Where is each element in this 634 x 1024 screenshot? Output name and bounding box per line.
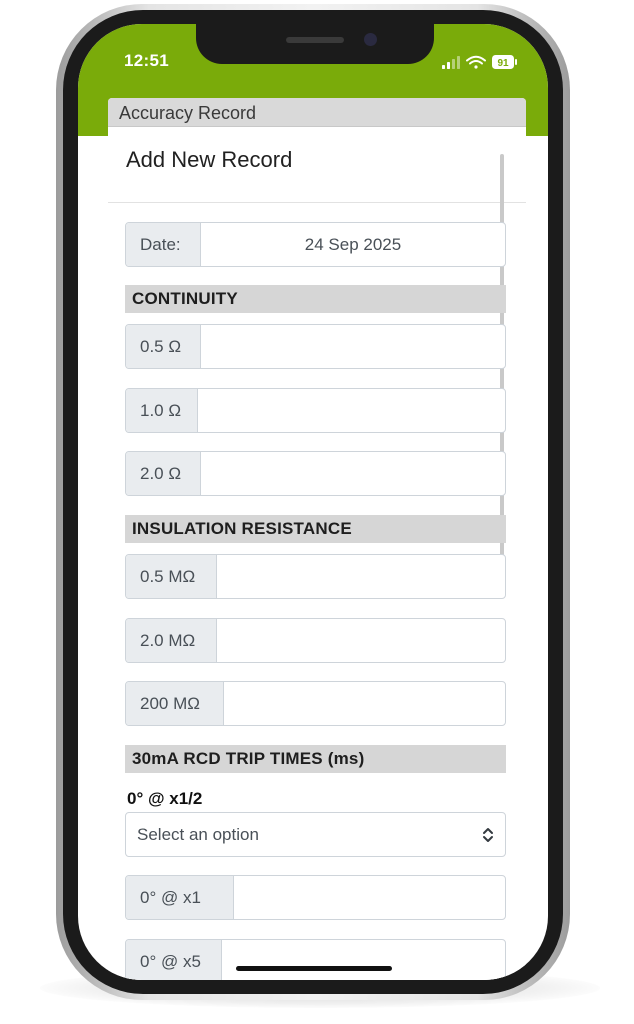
status-icons: 91 <box>442 55 517 69</box>
rcd-half-label: 0° @ x1/2 <box>127 789 203 808</box>
continuity-1-0-input[interactable] <box>198 389 505 432</box>
insulation-2-0-group: 2.0 MΩ <box>125 618 506 663</box>
window-title: Accuracy Record <box>108 98 526 127</box>
date-label: Date: <box>126 223 201 266</box>
insulation-0-5-input[interactable] <box>217 555 505 598</box>
front-camera <box>364 33 377 46</box>
continuity-0-5-label: 0.5 Ω <box>126 325 201 368</box>
continuity-1-0-group: 1.0 Ω <box>125 388 506 433</box>
insulation-2-0-input[interactable] <box>217 619 505 662</box>
wifi-icon <box>466 55 486 69</box>
insulation-0-5-group: 0.5 MΩ <box>125 554 506 599</box>
insulation-0-5-label: 0.5 MΩ <box>126 555 217 598</box>
rcd-x1-input[interactable] <box>234 876 505 919</box>
insulation-2-0-label: 2.0 MΩ <box>126 619 217 662</box>
section-insulation-resistance: INSULATION RESISTANCE <box>125 515 506 543</box>
status-time: 12:51 <box>124 51 169 70</box>
rcd-x5-input[interactable] <box>222 940 505 980</box>
continuity-2-0-input[interactable] <box>201 452 505 495</box>
notch <box>196 24 434 64</box>
phone-screen: 12:51 91 Accuracy Record Add New Record … <box>78 24 548 980</box>
insulation-200-input[interactable] <box>224 682 505 725</box>
earpiece-speaker <box>286 37 344 43</box>
chevron-up-down-icon <box>483 828 493 842</box>
rcd-half-select-value: Select an option <box>137 825 259 844</box>
continuity-0-5-input[interactable] <box>201 325 505 368</box>
rcd-x1-group: 0° @ x1 <box>125 875 506 920</box>
home-indicator[interactable] <box>236 966 392 971</box>
date-field-group: Date: <box>125 222 506 267</box>
continuity-2-0-group: 2.0 Ω <box>125 451 506 496</box>
section-rcd-trip-times: 30mA RCD TRIP TIMES (ms) <box>125 745 506 773</box>
section-continuity: CONTINUITY <box>125 285 506 313</box>
rcd-x5-group: 0° @ x5 <box>125 939 506 980</box>
rcd-x1-label: 0° @ x1 <box>126 876 234 919</box>
insulation-200-group: 200 MΩ <box>125 681 506 726</box>
page-title: Add New Record <box>126 147 293 172</box>
rcd-half-select[interactable]: Select an option <box>125 812 506 857</box>
record-header: Add New Record <box>108 127 526 203</box>
continuity-1-0-label: 1.0 Ω <box>126 389 198 432</box>
continuity-0-5-group: 0.5 Ω <box>125 324 506 369</box>
continuity-2-0-label: 2.0 Ω <box>126 452 201 495</box>
rcd-x5-label: 0° @ x5 <box>126 940 222 980</box>
battery-level: 91 <box>497 58 509 69</box>
date-input[interactable] <box>201 223 505 266</box>
signal-icon <box>442 56 460 69</box>
insulation-200-label: 200 MΩ <box>126 682 224 725</box>
